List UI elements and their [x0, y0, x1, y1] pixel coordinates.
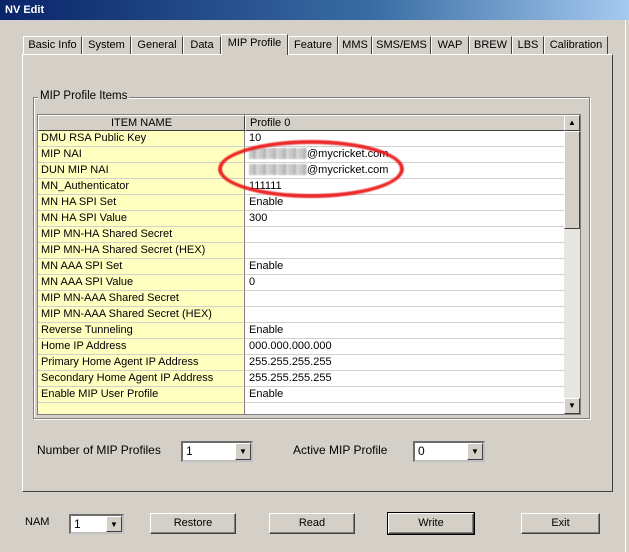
- vertical-scrollbar[interactable]: ▲ ▼: [564, 115, 580, 414]
- restore-button[interactable]: Restore: [150, 513, 236, 534]
- item-name-cell: MIP MN-HA Shared Secret: [38, 227, 245, 243]
- item-name-cell: DMU RSA Public Key: [38, 131, 245, 147]
- table-row[interactable]: Home IP Address 000.000.000.000: [38, 339, 565, 355]
- table-row[interactable]: Enable MIP User Profile Enable: [38, 387, 565, 403]
- table-row[interactable]: Secondary Home Agent IP Address 255.255.2…: [38, 371, 565, 387]
- profile-value-cell[interactable]: 10: [245, 131, 565, 147]
- profile-value-cell[interactable]: 255.255.255.255: [245, 371, 565, 387]
- item-name-cell: [38, 403, 245, 414]
- table-row[interactable]: Reverse Tunneling Enable: [38, 323, 565, 339]
- profile-value-cell[interactable]: Enable: [245, 259, 565, 275]
- header-profile[interactable]: Profile 0: [245, 115, 565, 131]
- profile-value-cell[interactable]: 000.000.000.000: [245, 339, 565, 355]
- chevron-down-icon[interactable]: ▼: [235, 443, 251, 460]
- tab-mip-profile[interactable]: MIP Profile: [221, 34, 288, 55]
- tab-system[interactable]: System: [82, 36, 131, 54]
- grid-header: ITEM NAME Profile 0: [38, 115, 565, 131]
- item-name-cell: MN_Authenticator: [38, 179, 245, 195]
- scroll-thumb[interactable]: [564, 131, 580, 229]
- profile-value-cell[interactable]: 300: [245, 211, 565, 227]
- scroll-up-arrow-icon[interactable]: ▲: [564, 115, 580, 131]
- value-text: @mycricket.com: [307, 164, 389, 176]
- redacted-text: [249, 164, 307, 175]
- chevron-down-icon[interactable]: ▼: [467, 443, 483, 460]
- table-row[interactable]: MIP MN-AAA Shared Secret: [38, 291, 565, 307]
- group-title: MIP Profile Items: [38, 90, 130, 102]
- header-item-name[interactable]: ITEM NAME: [38, 115, 245, 131]
- table-row[interactable]: DMU RSA Public Key 10: [38, 131, 565, 147]
- chevron-down-icon[interactable]: ▼: [106, 516, 122, 532]
- nam-label: NAM: [25, 516, 50, 528]
- item-name-cell: MN AAA SPI Set: [38, 259, 245, 275]
- nam-value: 1: [74, 517, 81, 531]
- active-profile-label: Active MIP Profile: [293, 443, 388, 457]
- table-row[interactable]: MIP MN-HA Shared Secret: [38, 227, 565, 243]
- profile-value-cell[interactable]: [245, 291, 565, 307]
- tab-general[interactable]: General: [131, 36, 183, 54]
- active-profile-select[interactable]: 0 ▼: [413, 441, 485, 462]
- profile-value-cell[interactable]: Enable: [245, 323, 565, 339]
- nam-select[interactable]: 1 ▼: [69, 514, 124, 534]
- profile-value-cell[interactable]: [245, 243, 565, 259]
- tab-lbs[interactable]: LBS: [512, 36, 544, 54]
- table-row[interactable]: Primary Home Agent IP Address 255.255.255…: [38, 355, 565, 371]
- tab-calibration[interactable]: Calibration: [544, 36, 608, 54]
- item-name-cell: Secondary Home Agent IP Address: [38, 371, 245, 387]
- item-name-cell: Reverse Tunneling: [38, 323, 245, 339]
- item-name-cell: Primary Home Agent IP Address: [38, 355, 245, 371]
- window-title: NV Edit: [0, 0, 629, 20]
- item-name-cell: MIP MN-AAA Shared Secret (HEX): [38, 307, 245, 323]
- window-border: [625, 20, 629, 552]
- exit-button[interactable]: Exit: [521, 513, 600, 534]
- mip-profile-grid[interactable]: ITEM NAME Profile 0 DMU RSA Public Key 10…: [37, 114, 581, 415]
- mip-count-value: 1: [186, 444, 193, 458]
- tab-mms[interactable]: MMS: [338, 36, 372, 54]
- item-name-cell: Enable MIP User Profile: [38, 387, 245, 403]
- item-name-cell: MIP NAI: [38, 147, 245, 163]
- table-row[interactable]: MN_Authenticator 111111: [38, 179, 565, 195]
- profile-value-cell[interactable]: 255.255.255.255: [245, 355, 565, 371]
- read-button[interactable]: Read: [269, 513, 355, 534]
- item-name-cell: MN HA SPI Set: [38, 195, 245, 211]
- table-row[interactable]: MN AAA SPI Value 0: [38, 275, 565, 291]
- profile-value-cell[interactable]: [245, 307, 565, 323]
- mip-count-select[interactable]: 1 ▼: [181, 441, 253, 462]
- table-row[interactable]: MIP MN-HA Shared Secret (HEX): [38, 243, 565, 259]
- tab-sms-ems[interactable]: SMS/EMS: [372, 36, 431, 54]
- scroll-down-arrow-icon[interactable]: ▼: [564, 398, 580, 414]
- profile-value-cell[interactable]: 0: [245, 275, 565, 291]
- profile-value-cell[interactable]: Enable: [245, 195, 565, 211]
- profile-value-cell[interactable]: [245, 227, 565, 243]
- profile-value-cell[interactable]: @mycricket.com: [245, 163, 565, 179]
- mip-count-label: Number of MIP Profiles: [37, 443, 161, 457]
- item-name-cell: MIP MN-AAA Shared Secret: [38, 291, 245, 307]
- table-row-empty: [38, 403, 565, 414]
- profile-value-cell: [245, 403, 565, 414]
- tab-data[interactable]: Data: [183, 36, 221, 54]
- profile-value-cell[interactable]: @mycricket.com: [245, 147, 565, 163]
- item-name-cell: MIP MN-HA Shared Secret (HEX): [38, 243, 245, 259]
- table-row[interactable]: MIP MN-AAA Shared Secret (HEX): [38, 307, 565, 323]
- profile-value-cell[interactable]: 111111: [245, 179, 565, 195]
- item-name-cell: Home IP Address: [38, 339, 245, 355]
- tab-feature[interactable]: Feature: [288, 36, 338, 54]
- profile-value-cell[interactable]: Enable: [245, 387, 565, 403]
- table-row[interactable]: MN HA SPI Set Enable: [38, 195, 565, 211]
- item-name-cell: DUN MIP NAI: [38, 163, 245, 179]
- table-row[interactable]: MN HA SPI Value 300: [38, 211, 565, 227]
- redacted-text: [249, 148, 307, 159]
- item-name-cell: MN HA SPI Value: [38, 211, 245, 227]
- table-row[interactable]: MN AAA SPI Set Enable: [38, 259, 565, 275]
- item-name-cell: MN AAA SPI Value: [38, 275, 245, 291]
- write-button[interactable]: Write: [387, 512, 475, 535]
- tab-brew[interactable]: BREW: [469, 36, 512, 54]
- table-row[interactable]: DUN MIP NAI @mycricket.com: [38, 163, 565, 179]
- tab-wap[interactable]: WAP: [431, 36, 469, 54]
- table-row[interactable]: MIP NAI @mycricket.com: [38, 147, 565, 163]
- active-profile-value: 0: [418, 444, 425, 458]
- tab-basic-info[interactable]: Basic Info: [23, 36, 82, 54]
- value-text: @mycricket.com: [307, 148, 389, 160]
